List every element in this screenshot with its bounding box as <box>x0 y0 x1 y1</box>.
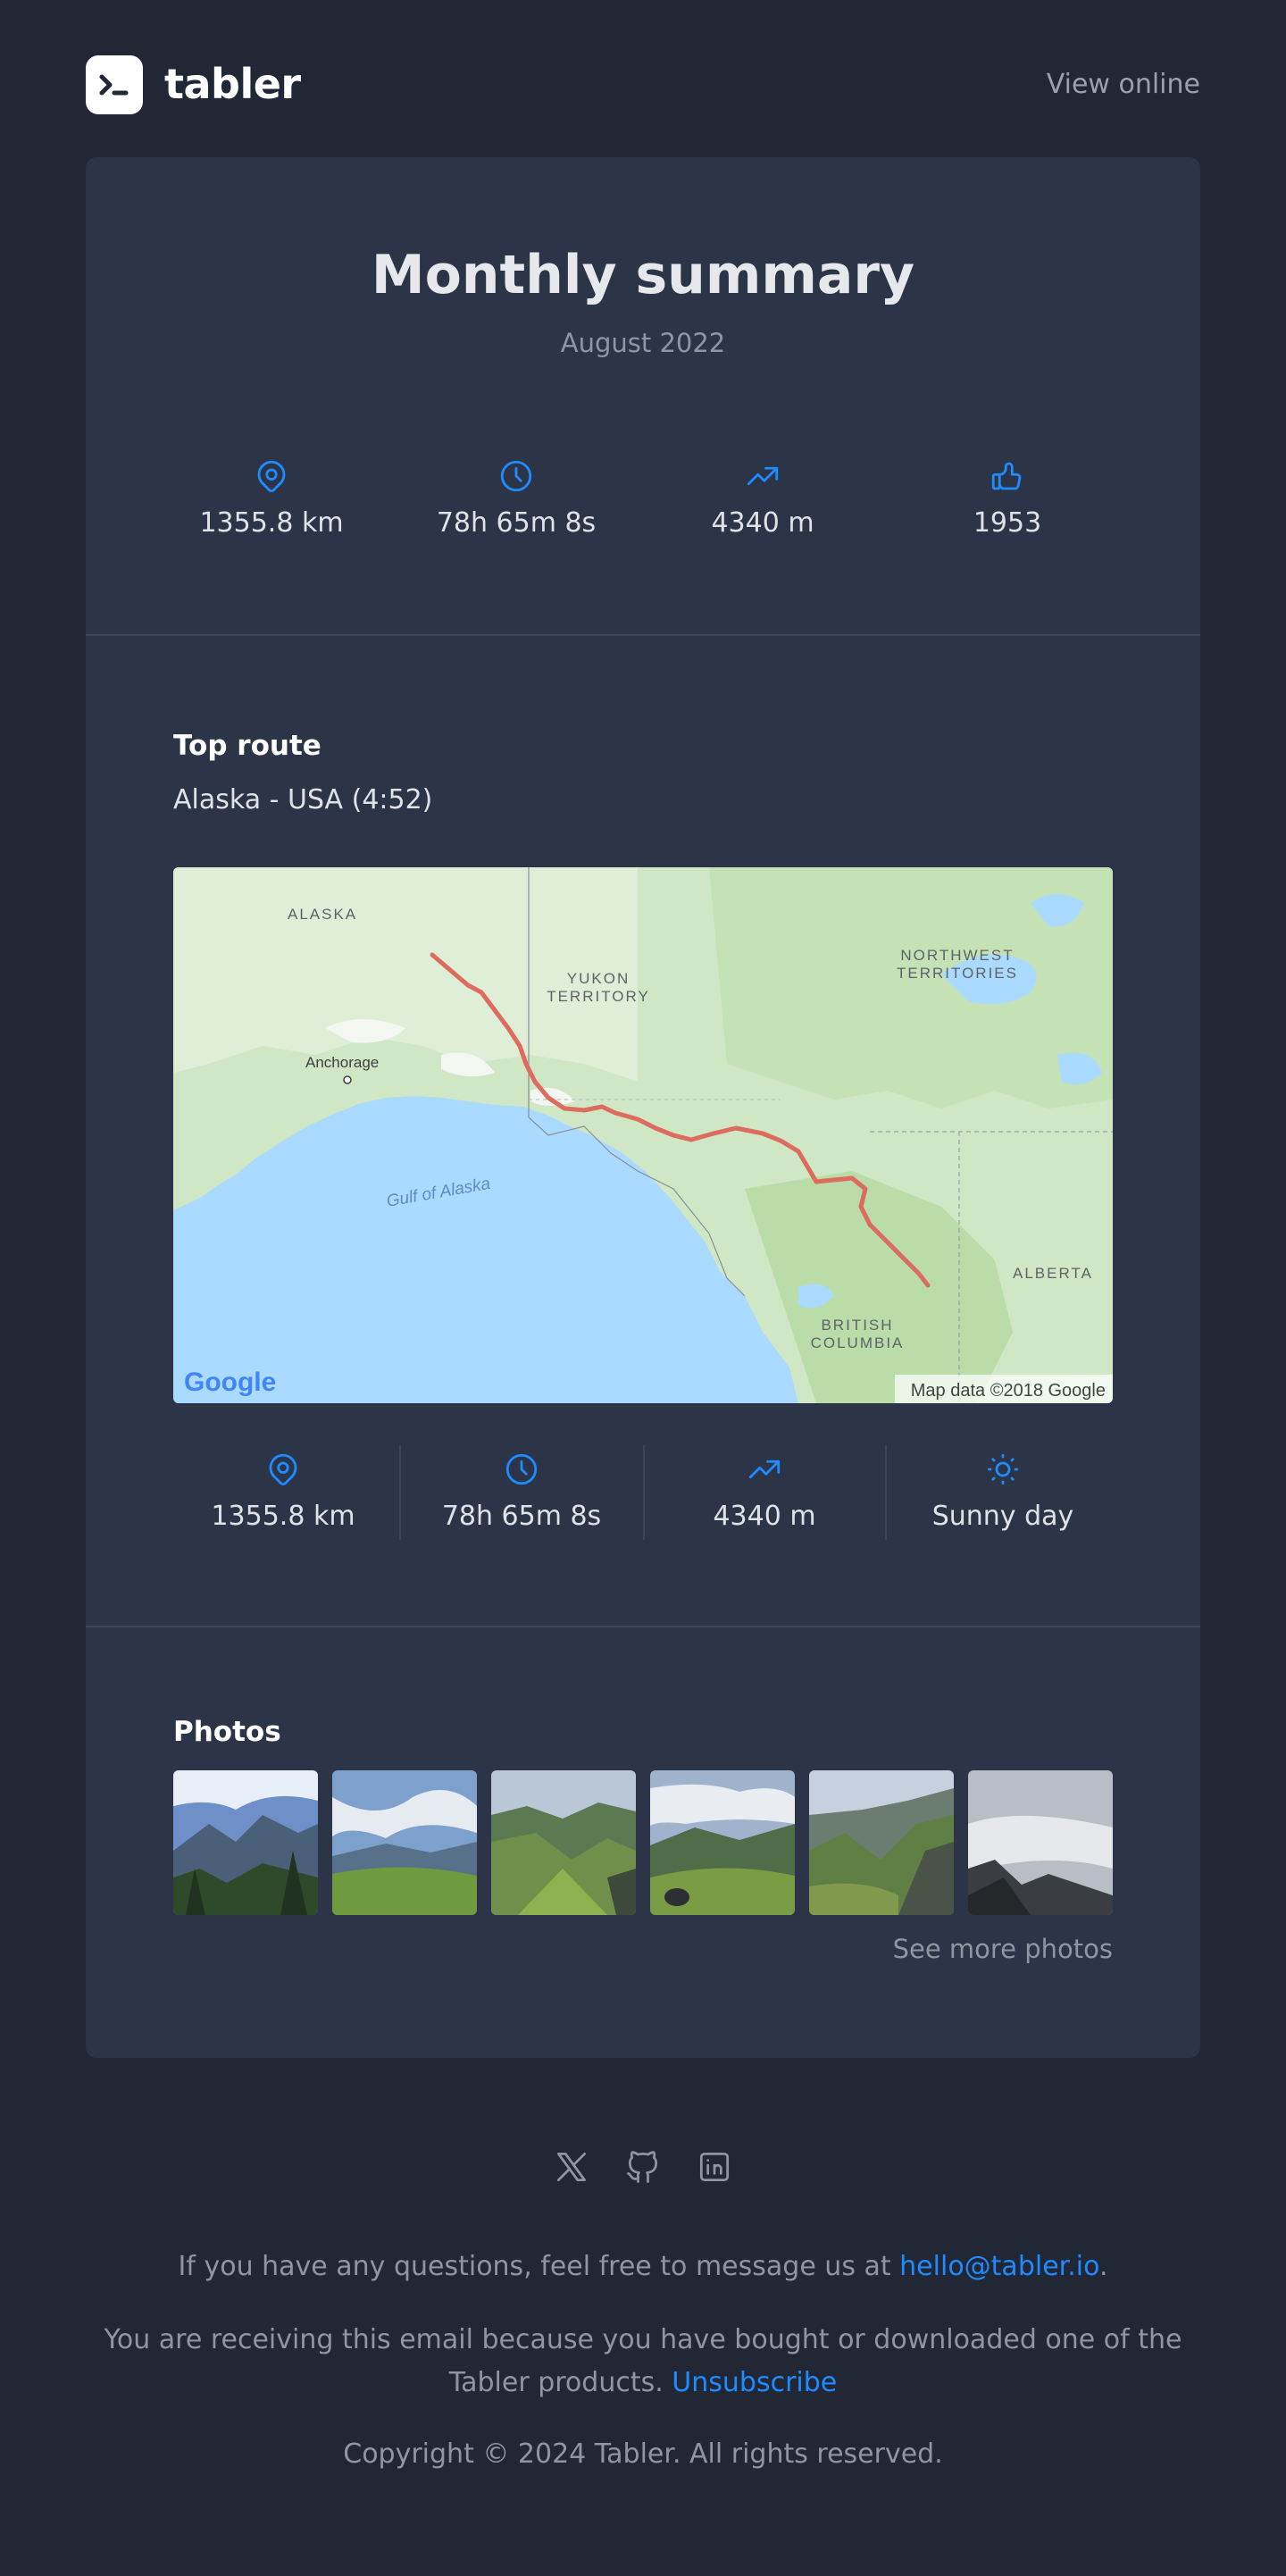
route-stat-distance: 1355.8 km <box>173 1451 393 1533</box>
map-attribution: Map data ©2018 Google <box>911 1381 1106 1401</box>
x-icon[interactable] <box>552 2147 591 2187</box>
map-label-bc: BRITISH <box>821 1317 893 1334</box>
page-title: Monthly summary <box>371 244 915 306</box>
clock-icon <box>500 460 532 492</box>
route-stat-value: 78h 65m 8s <box>441 1501 602 1532</box>
summary-stat-elevation: 4340 m <box>677 457 848 539</box>
route-map-graphic: ALASKA YUKON TERRITORY NORTHWEST TERRITO… <box>173 867 1113 1403</box>
thumb-up-icon <box>991 462 1022 490</box>
photo-thumbnail[interactable] <box>968 1770 1113 1915</box>
route-stat-elevation: 4340 m <box>650 1451 879 1533</box>
contact-email-link[interactable]: hello@tabler.io <box>899 2251 1099 2282</box>
photo-image <box>332 1770 477 1915</box>
google-logo: Google <box>184 1367 276 1397</box>
map-label-alberta: ALBERTA <box>1013 1265 1093 1282</box>
section-divider <box>86 1626 1200 1627</box>
map-label-nwt-2: TERRITORIES <box>897 965 1018 982</box>
sun-icon <box>987 1453 1019 1485</box>
trending-up-icon <box>748 1459 781 1479</box>
view-online-link[interactable]: View online <box>1047 70 1200 100</box>
section-divider <box>86 634 1200 636</box>
see-more-photos-link[interactable]: See more photos <box>893 1933 1113 1965</box>
trending-up-icon <box>747 466 779 486</box>
summary-period: August 2022 <box>560 328 726 358</box>
receiving-reason: You are receiving this email because you… <box>104 2324 1182 2398</box>
photos-heading: Photos <box>173 1716 281 1748</box>
summary-stat-value: 1355.8 km <box>199 507 344 539</box>
linkedin-icon[interactable] <box>695 2147 734 2187</box>
top-route-name: Alaska - USA (4:52) <box>173 784 433 815</box>
contact-text: If you have any questions, feel free to … <box>86 2246 1200 2288</box>
photo-thumbnail[interactable] <box>332 1770 477 1915</box>
brand-name: tabler <box>164 60 301 108</box>
copyright: Copyright © 2024 Tabler. All rights rese… <box>343 2438 943 2470</box>
route-stat-value: 4340 m <box>713 1501 816 1532</box>
route-stat-time: 78h 65m 8s <box>407 1451 636 1533</box>
social-links <box>0 2147 1286 2190</box>
receiving-text: You are receiving this email because you… <box>86 2319 1200 2405</box>
contact-prefix: If you have any questions, feel free to … <box>178 2251 900 2282</box>
email-header: tabler View online <box>86 55 1200 114</box>
summary-stat-value: 1953 <box>973 507 1042 539</box>
github-icon[interactable] <box>623 2147 663 2187</box>
photo-image <box>650 1770 795 1915</box>
map-label-yukon-2: TERRITORY <box>547 988 650 1005</box>
stat-separator <box>885 1445 887 1540</box>
photo-image <box>809 1770 954 1915</box>
summary-stat-distance: 1355.8 km <box>186 457 357 539</box>
route-stat-value: 1355.8 km <box>211 1501 355 1532</box>
top-route-heading: Top route <box>173 730 322 762</box>
clock-icon <box>505 1453 538 1485</box>
stat-separator <box>399 1445 401 1540</box>
map-pin-icon <box>269 1453 297 1485</box>
photo-image <box>968 1770 1113 1915</box>
summary-card: Monthly summary August 2022 1355.8 km 78… <box>86 157 1200 2058</box>
unsubscribe-link[interactable]: Unsubscribe <box>672 2367 837 2398</box>
anchorage-marker <box>343 1075 352 1084</box>
photo-thumbnail[interactable] <box>809 1770 954 1915</box>
photo-image <box>491 1770 636 1915</box>
summary-stat-time: 78h 65m 8s <box>430 457 602 539</box>
email-page: tabler View online Monthly summary Augus… <box>0 0 1286 2576</box>
photo-thumbnail[interactable] <box>173 1770 318 1915</box>
map-label-bc-2: COLUMBIA <box>811 1334 905 1351</box>
route-stat-value: Sunny day <box>931 1501 1074 1532</box>
map-pin-icon <box>257 460 286 492</box>
route-map[interactable]: ALASKA YUKON TERRITORY NORTHWEST TERRITO… <box>173 867 1113 1403</box>
map-label-anchorage: Anchorage <box>305 1054 379 1071</box>
map-label-nwt: NORTHWEST <box>900 947 1014 964</box>
photo-thumbnail[interactable] <box>491 1770 636 1915</box>
summary-stat-value: 4340 m <box>711 507 814 539</box>
map-label-alaska: ALASKA <box>288 906 357 923</box>
contact-suffix: . <box>1098 2251 1108 2282</box>
stat-separator <box>643 1445 645 1540</box>
route-stat-weather: Sunny day <box>893 1451 1113 1533</box>
map-label-yukon: YUKON <box>567 970 630 987</box>
photo-thumbnail[interactable] <box>650 1770 795 1915</box>
photo-image <box>173 1770 318 1915</box>
summary-stat-value: 78h 65m 8s <box>436 507 597 539</box>
tabler-logo-icon[interactable] <box>86 55 143 114</box>
summary-stat-likes: 1953 <box>922 457 1093 539</box>
